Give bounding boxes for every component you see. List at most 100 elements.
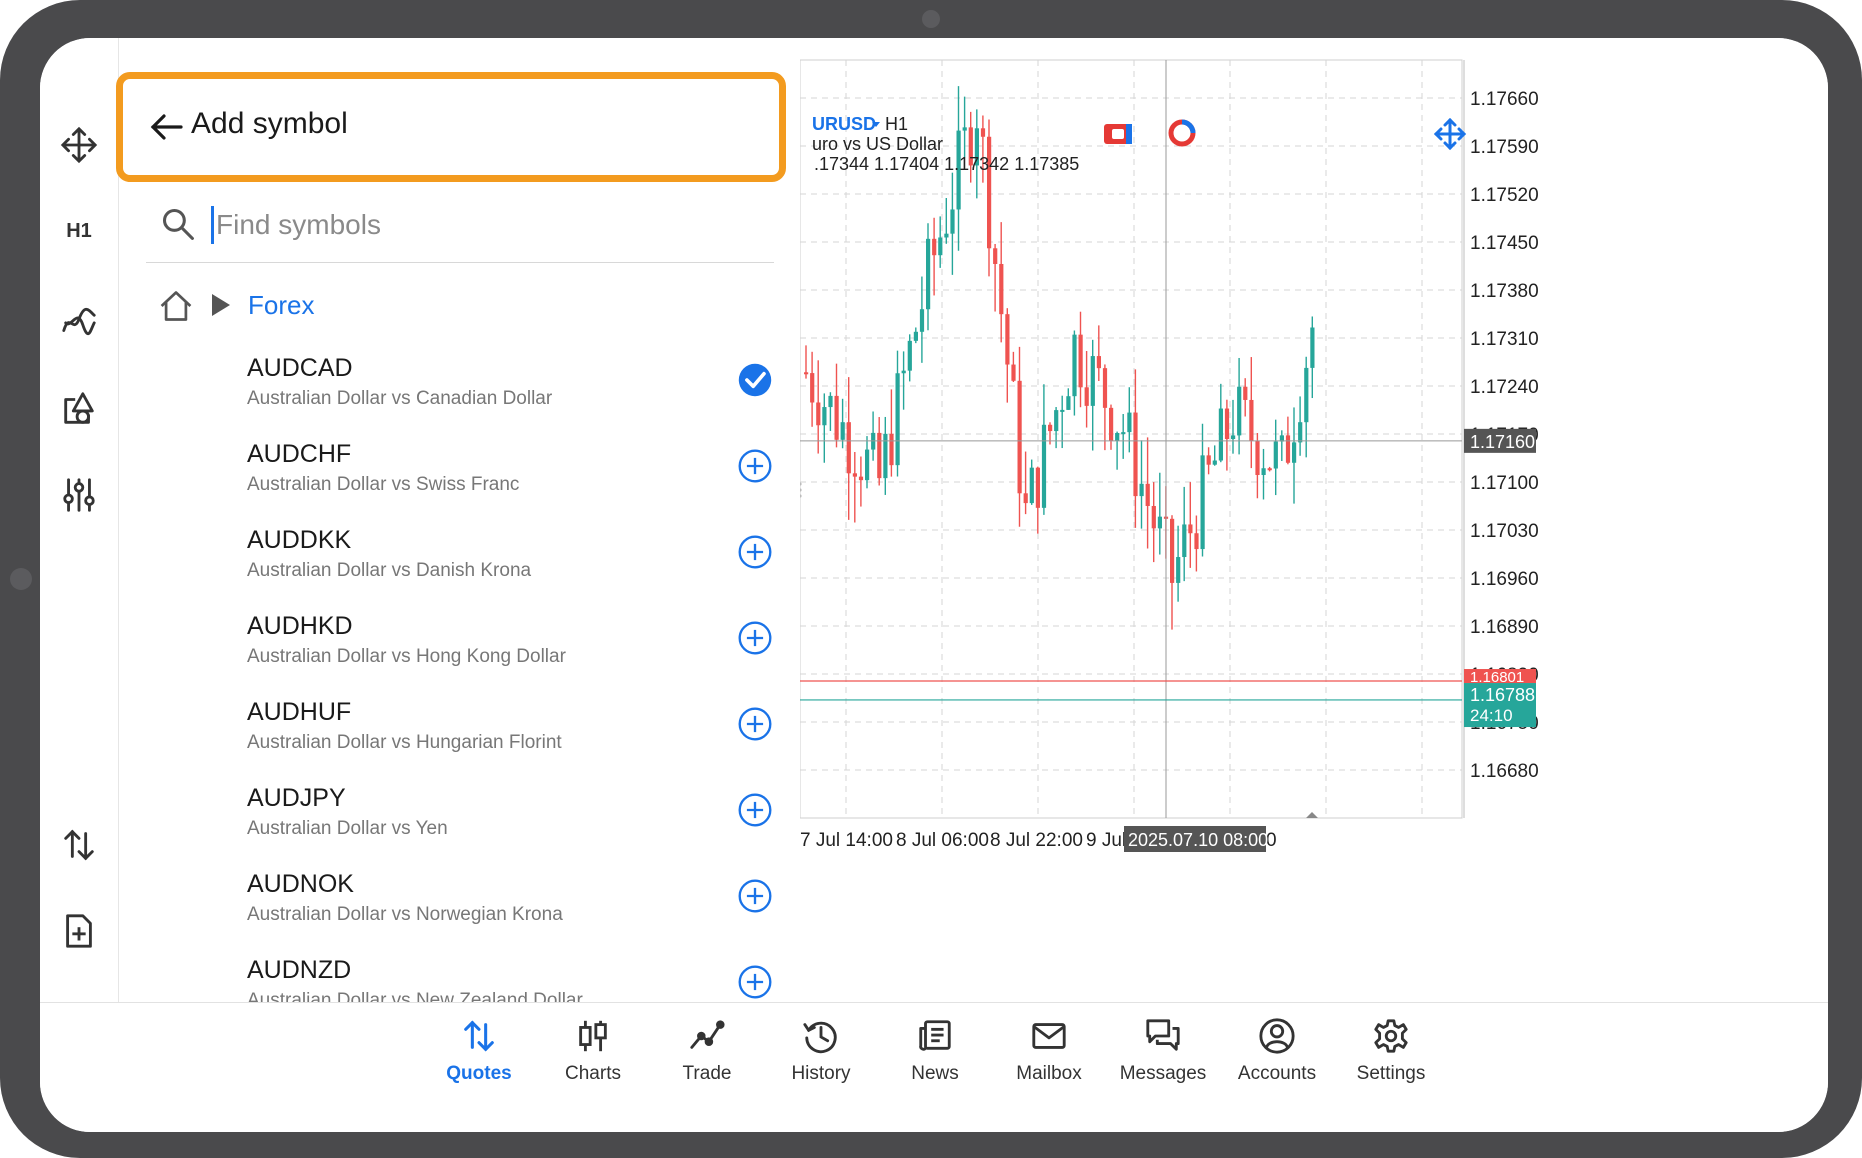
move-icon[interactable]	[52, 118, 106, 172]
price-tick-label: 1.17520	[1470, 185, 1539, 206]
add-circle-icon[interactable]	[737, 964, 773, 1000]
bear-candle	[1078, 334, 1083, 388]
bear-candle	[1285, 435, 1291, 463]
time-tick-label: 7 Jul 14:00	[800, 830, 893, 851]
back-arrow-icon[interactable]	[147, 107, 187, 147]
crosshair-time-label: 2025.07.10 08:00	[1128, 830, 1268, 850]
chart-symbol-label: URUSD	[812, 114, 876, 134]
accounts-icon	[1259, 1018, 1295, 1054]
nav-mailbox[interactable]: Mailbox	[994, 1017, 1104, 1097]
one-click-trade-icon-inner	[1112, 129, 1124, 139]
bull-candle	[822, 407, 827, 426]
bull-candle	[901, 370, 906, 374]
bear-candle	[889, 433, 894, 466]
bear-candle	[1170, 518, 1175, 583]
bottom-navigation: Quotes Charts Trade History News Mailbox	[40, 1002, 1828, 1132]
screen: H1 Add symbol Find symbols Forex AUDCAD …	[40, 38, 1828, 1132]
nav-accounts[interactable]: Accounts	[1222, 1017, 1332, 1097]
bear-candle	[1224, 408, 1230, 440]
new-order-icon[interactable]	[52, 904, 106, 958]
nav-label: Messages	[1119, 1063, 1207, 1084]
symbol-row-audcad[interactable]: AUDCAD Australian Dollar vs Canadian Dol…	[119, 338, 800, 424]
bull-candle	[1157, 516, 1162, 529]
bear-candle	[852, 473, 857, 477]
symbol-row-audhuf[interactable]: AUDHUF Australian Dollar vs Hungarian Fl…	[119, 682, 800, 768]
add-circle-icon[interactable]	[737, 620, 773, 656]
price-tick-label: 1.16680	[1470, 761, 1539, 782]
nav-label: Quotes	[446, 1063, 512, 1084]
symbol-row-audjpy[interactable]: AUDJPY Australian Dollar vs Yen	[119, 768, 800, 854]
check-icon[interactable]	[737, 362, 773, 398]
home-icon[interactable]	[158, 288, 194, 324]
bear-candle	[877, 432, 882, 479]
price-tick-label: 1.16890	[1470, 617, 1539, 638]
nav-charts[interactable]: Charts	[538, 1017, 648, 1097]
bull-candle	[1029, 467, 1034, 504]
search-input[interactable]	[214, 202, 758, 248]
nav-settings[interactable]: Settings	[1336, 1017, 1446, 1097]
bull-candle	[895, 373, 900, 466]
symbol-row-auddkk[interactable]: AUDDKK Australian Dollar vs Danish Krona	[119, 510, 800, 596]
price-tick-label: 1.17660	[1470, 89, 1539, 110]
symbol-name: AUDNZD	[247, 956, 352, 984]
price-chart[interactable]: 1.17660 1.17590 1.17520 1.17450 1.17380 1.173…	[800, 38, 1828, 1002]
chart-canvas[interactable]: 1.17660 1.17590 1.17520 1.17450 1.17380 1.173…	[800, 38, 1828, 1002]
chart-description: uro vs US Dollar	[812, 134, 943, 154]
bull-candle	[1212, 460, 1217, 465]
one-click-trade-icon-edge	[1126, 124, 1132, 144]
symbol-name: AUDJPY	[247, 784, 346, 812]
bull-candle	[840, 422, 845, 440]
chart-toolbar: H1	[40, 38, 119, 1002]
bull-candle	[913, 331, 918, 341]
bid-price-label: 1.16788	[1470, 685, 1535, 705]
nav-label: Mailbox	[1016, 1063, 1082, 1084]
symbol-description: Australian Dollar vs Hong Kong Dollar	[247, 646, 566, 667]
nav-quotes[interactable]: Quotes	[424, 1017, 534, 1097]
bear-candle	[1096, 356, 1101, 369]
bull-candle	[944, 233, 949, 238]
chart-ohlc: .17344 1.17404 1.17342 1.17385	[814, 154, 1079, 174]
bull-candle	[1218, 408, 1223, 461]
symbol-description: Australian Dollar vs Danish Krona	[247, 560, 532, 581]
breadcrumb: Forex	[152, 278, 652, 338]
nav-history[interactable]: History	[766, 1017, 876, 1097]
symbol-row-audchf[interactable]: AUDCHF Australian Dollar vs Swiss Franc	[119, 424, 800, 510]
bull-candle	[1310, 327, 1315, 368]
bull-candle	[950, 209, 955, 234]
bear-candle	[999, 263, 1004, 315]
bear-candle	[1023, 493, 1028, 504]
page-title: Add symbol	[191, 107, 348, 140]
bull-candle	[1273, 441, 1278, 469]
bear-candle	[804, 372, 809, 375]
trade-icon	[690, 1020, 725, 1049]
bull-candle	[1060, 409, 1065, 412]
objects-icon[interactable]	[52, 382, 106, 436]
symbol-row-audhkd[interactable]: AUDHKD Australian Dollar vs Hong Kong Do…	[119, 596, 800, 682]
add-circle-icon[interactable]	[737, 706, 773, 742]
charts-icon	[579, 1020, 607, 1052]
trade-arrows-icon[interactable]	[52, 818, 106, 872]
nav-messages[interactable]: Messages	[1108, 1017, 1218, 1097]
bull-candle	[1121, 432, 1126, 435]
symbol-row-audnok[interactable]: AUDNOK Australian Dollar vs Norwegian Kr…	[119, 854, 800, 940]
add-circle-icon[interactable]	[737, 534, 773, 570]
bear-candle	[1084, 387, 1089, 406]
bull-candle	[1304, 367, 1309, 423]
settings-sliders-icon[interactable]	[52, 468, 106, 522]
nav-label: News	[911, 1063, 959, 1084]
bear-candle	[1194, 533, 1199, 550]
breadcrumb-forex[interactable]: Forex	[248, 290, 314, 321]
bear-candle	[1243, 386, 1248, 400]
nav-trade[interactable]: Trade	[652, 1017, 762, 1097]
panel-header: Add symbol	[116, 72, 794, 182]
add-circle-icon[interactable]	[737, 878, 773, 914]
add-circle-icon[interactable]	[737, 448, 773, 484]
add-circle-icon[interactable]	[737, 792, 773, 828]
symbol-row-audnzd[interactable]: AUDNZD Australian Dollar vs New Zealand …	[119, 940, 800, 1002]
indicators-icon[interactable]	[52, 294, 106, 348]
timeframe-button[interactable]: H1	[52, 204, 106, 258]
bear-candle	[1151, 505, 1156, 529]
nav-news[interactable]: News	[880, 1017, 990, 1097]
symbol-list: AUDCAD Australian Dollar vs Canadian Dol…	[119, 338, 800, 1002]
bull-candle	[1066, 396, 1071, 410]
